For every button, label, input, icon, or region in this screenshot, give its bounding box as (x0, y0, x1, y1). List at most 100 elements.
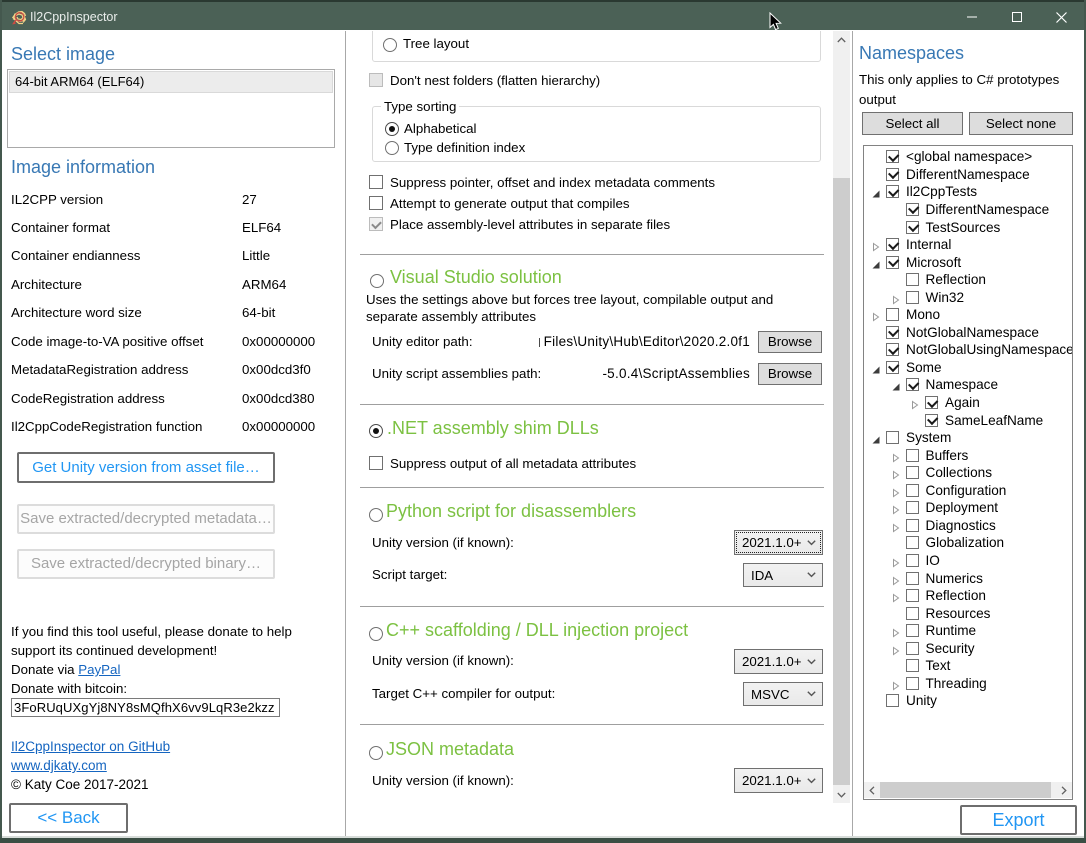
paypal-link[interactable]: PayPal (78, 662, 120, 677)
tree-horizontal-scrollbar[interactable] (864, 782, 1072, 798)
tree-collapsed-icon[interactable] (891, 293, 901, 303)
tree-collapsed-icon[interactable] (891, 468, 901, 478)
tree-item-label[interactable]: Reflection (926, 587, 986, 605)
cpp-scaffolding-radio[interactable] (369, 627, 383, 641)
tree-checkbox[interactable] (906, 642, 919, 655)
flatten-hierarchy-checkbox[interactable] (369, 73, 383, 87)
separate-attributes-checkbox[interactable] (369, 217, 383, 231)
website-link[interactable]: www.djkaty.com (11, 758, 107, 773)
suppress-comments-checkbox[interactable] (369, 175, 383, 189)
tree-checkbox[interactable] (886, 308, 899, 321)
title-bar[interactable]: Il2CppInspector (0, 0, 1086, 30)
tree-expanded-icon[interactable] (871, 433, 881, 443)
tree-item-label[interactable]: <global namespace> (906, 148, 1032, 166)
close-button[interactable] (1039, 2, 1084, 32)
dotnet-shim-radio[interactable] (369, 424, 383, 438)
tree-collapsed-icon[interactable] (891, 556, 901, 566)
tree-checkbox[interactable] (906, 203, 919, 216)
tree-checkbox[interactable] (886, 431, 899, 444)
tree-checkbox[interactable] (906, 607, 919, 620)
select-none-button[interactable]: Select none (969, 112, 1073, 135)
tree-item-label[interactable]: Namespace (926, 376, 999, 394)
tree-collapsed-icon[interactable] (891, 451, 901, 461)
tree-collapsed-icon[interactable] (891, 591, 901, 601)
scroll-down-arrow[interactable] (833, 786, 850, 803)
get-unity-version-button[interactable]: Get Unity version from asset file… (17, 452, 275, 483)
unity-version-combo-python[interactable]: 2021.1.0+ (734, 530, 823, 555)
tree-checkbox[interactable] (906, 519, 919, 532)
tree-item-label[interactable]: Mono (906, 306, 940, 324)
unity-version-combo-cpp[interactable]: 2021.1.0+ (734, 649, 823, 674)
tree-checkbox[interactable] (886, 256, 899, 269)
tree-collapsed-icon[interactable] (891, 644, 901, 654)
visual-studio-radio[interactable] (370, 274, 384, 288)
unity-version-combo-json[interactable]: 2021.1.0+ (734, 768, 823, 793)
suppress-metadata-checkbox[interactable] (369, 456, 383, 470)
tree-layout-radio[interactable] (383, 38, 397, 52)
tree-item-label[interactable]: NotGlobalUsingNamespace (906, 341, 1073, 359)
tree-checkbox[interactable] (906, 273, 919, 286)
tree-item-label[interactable]: IO (926, 552, 940, 570)
tree-item-label[interactable]: Collections (926, 464, 993, 482)
script-target-combo[interactable]: IDA (743, 563, 823, 587)
tree-item-label[interactable]: Microsoft (906, 254, 961, 272)
tree-checkbox[interactable] (886, 150, 899, 163)
tree-item-label[interactable]: Win32 (926, 289, 965, 307)
tree-checkbox[interactable] (906, 378, 919, 391)
tree-item-label[interactable]: Text (926, 657, 951, 675)
tree-checkbox[interactable] (906, 572, 919, 585)
unity-editor-path-input[interactable]: Files\Unity\Hub\Editor\2020.2.0f1 (500, 331, 750, 352)
tree-item-label[interactable]: Globalization (926, 534, 1005, 552)
tree-expanded-icon[interactable] (871, 363, 881, 373)
tree-checkbox[interactable] (886, 238, 899, 251)
tree-item-label[interactable]: NotGlobalNamespace (906, 324, 1039, 342)
tree-item-label[interactable]: Il2CppTests (906, 183, 977, 201)
save-binary-button[interactable]: Save extracted/decrypted binary… (17, 549, 275, 579)
tree-item-label[interactable]: Diagnostics (926, 517, 996, 535)
tree-checkbox[interactable] (886, 361, 899, 374)
tree-checkbox[interactable] (886, 168, 899, 181)
unity-script-path-input[interactable]: -5.0.4\ScriptAssemblies (500, 363, 750, 384)
tree-item-label[interactable]: TestSources (926, 219, 1001, 237)
scroll-right-arrow[interactable] (1056, 782, 1072, 798)
github-link[interactable]: Il2CppInspector on GitHub (11, 739, 170, 754)
tree-collapsed-icon[interactable] (891, 486, 901, 496)
tree-checkbox[interactable] (906, 677, 919, 690)
tree-checkbox[interactable] (906, 501, 919, 514)
tree-item-label[interactable]: Configuration (926, 482, 1007, 500)
namespaces-tree[interactable]: <global namespace> DifferentNamespaceIl2C… (863, 145, 1073, 800)
tree-item-label[interactable]: DifferentNamespace (926, 201, 1050, 219)
tree-item-label[interactable]: Security (926, 640, 975, 658)
tree-item-label[interactable]: SameLeafName (945, 412, 1043, 430)
tree-checkbox[interactable] (925, 396, 938, 409)
tree-checkbox[interactable] (886, 694, 899, 707)
tree-expanded-icon[interactable] (871, 187, 881, 197)
image-list-item[interactable]: 64-bit ARM64 (ELF64) (9, 71, 333, 93)
tree-collapsed-icon[interactable] (891, 679, 901, 689)
python-script-radio[interactable] (369, 508, 383, 522)
tree-collapsed-icon[interactable] (891, 574, 901, 584)
back-button[interactable]: << Back (9, 803, 128, 833)
tree-item-label[interactable]: Some (906, 359, 942, 377)
scroll-up-arrow[interactable] (833, 31, 850, 48)
tree-checkbox[interactable] (886, 343, 899, 356)
tree-expanded-icon[interactable] (871, 258, 881, 268)
save-metadata-button[interactable]: Save extracted/decrypted metadata… (17, 504, 275, 534)
target-compiler-combo[interactable]: MSVC (743, 682, 823, 706)
minimize-button[interactable] (949, 2, 994, 32)
tree-item-label[interactable]: Unity (906, 692, 937, 710)
tree-item-label[interactable]: Buffers (926, 447, 969, 465)
scroll-left-arrow[interactable] (864, 782, 880, 798)
tree-collapsed-icon[interactable] (871, 240, 881, 250)
tree-item-label[interactable]: Deployment (926, 499, 999, 517)
tree-collapsed-icon[interactable] (871, 310, 881, 320)
tree-collapsed-icon[interactable] (910, 398, 920, 408)
tree-item-label[interactable]: Reflection (926, 271, 986, 289)
bitcoin-address-input[interactable]: 3FoRUqUXgYj8NY8sMQfhX6vv9LqR3e2kzz (11, 698, 280, 717)
tree-checkbox[interactable] (906, 536, 919, 549)
tree-item-label[interactable]: Threading (926, 675, 987, 693)
tree-checkbox[interactable] (906, 221, 919, 234)
select-all-button[interactable]: Select all (862, 112, 963, 135)
tree-checkbox[interactable] (906, 589, 919, 602)
tree-scrollbar-thumb[interactable] (880, 782, 1051, 798)
